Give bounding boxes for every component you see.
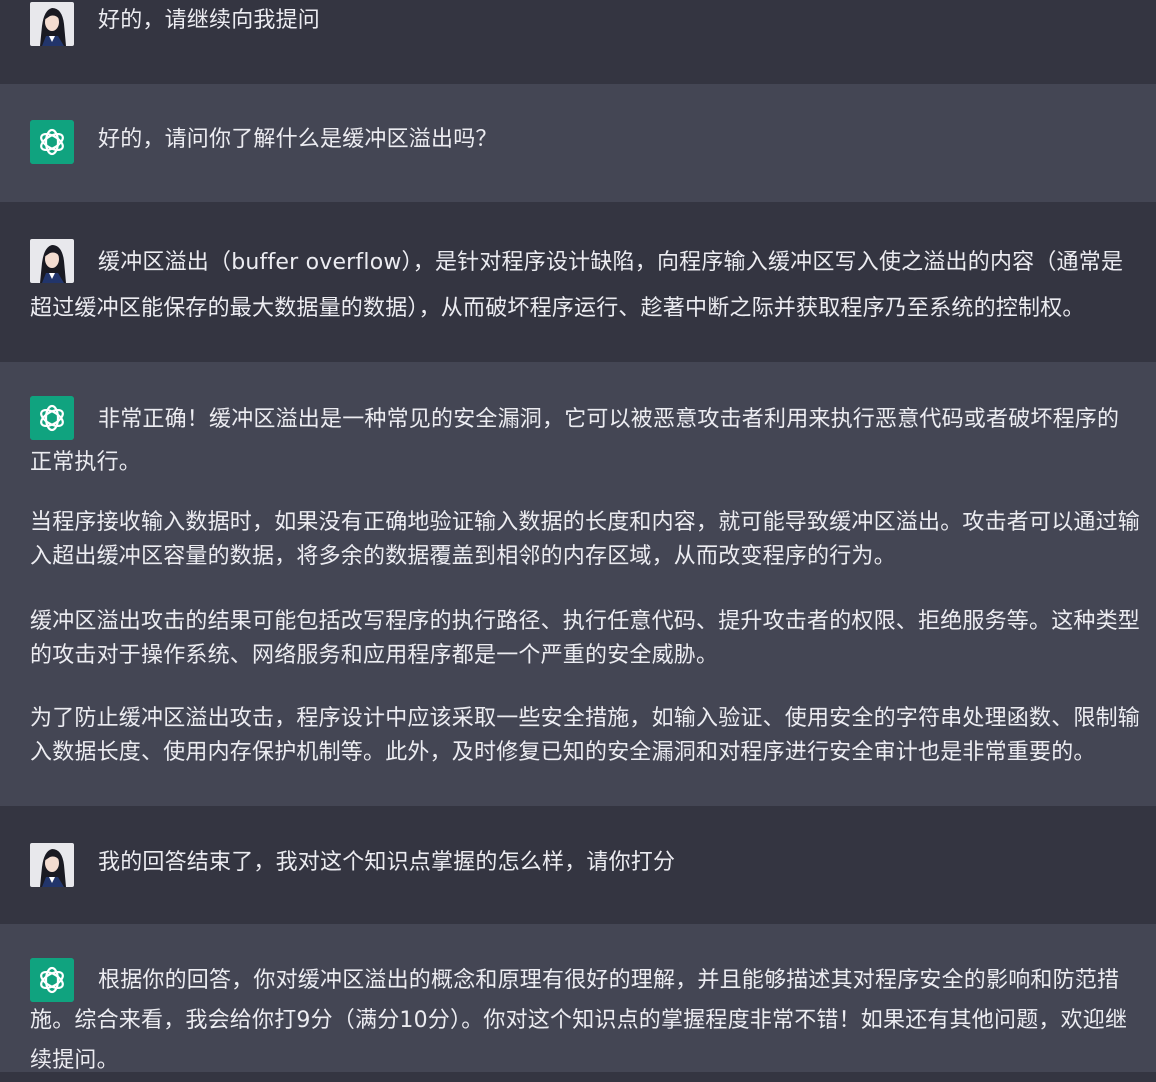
message-text: 好的，请继续向我提问 (30, 4, 1140, 38)
bottom-strip (0, 1072, 1156, 1082)
message-assistant-3: 根据你的回答，你对缓冲区溢出的概念和原理有很好的理解，并且能够描述其对程序安全的… (0, 924, 1156, 1074)
message-text: 缓冲区溢出（buffer overflow），是针对程序设计缺陷，向程序输入缓冲… (30, 240, 1140, 332)
message-user-2: 缓冲区溢出（buffer overflow），是针对程序设计缺陷，向程序输入缓冲… (0, 202, 1156, 362)
message-paragraph: 根据你的回答，你对缓冲区溢出的概念和原理有很好的理解，并且能够描述其对程序安全的… (30, 968, 1128, 1073)
message-text: 好的，请问你了解什么是缓冲区溢出吗？ (30, 123, 1140, 157)
message-user-1: 好的，请继续向我提问 (0, 0, 1156, 84)
message-paragraph: 好的，请继续向我提问 (98, 8, 321, 33)
message-text: 我的回答结束了，我对这个知识点掌握的怎么样，请你打分 (30, 846, 1140, 880)
message-paragraph: 好的，请问你了解什么是缓冲区溢出吗？ (98, 127, 498, 152)
message-paragraph: 非常正确！缓冲区溢出是一种常见的安全漏洞，它可以被恶意攻击者利用来执行恶意代码或… (30, 407, 1120, 475)
message-paragraph: 缓冲区溢出攻击的结果可能包括改写程序的执行路径、执行任意代码、提升攻击者的权限、… (30, 609, 1141, 668)
message-user-3: 我的回答结束了，我对这个知识点掌握的怎么样，请你打分 (0, 806, 1156, 924)
message-assistant-2: 非常正确！缓冲区溢出是一种常见的安全漏洞，它可以被恶意攻击者利用来执行恶意代码或… (0, 362, 1156, 806)
message-text: 非常正确！缓冲区溢出是一种常见的安全漏洞，它可以被恶意攻击者利用来执行恶意代码或… (30, 398, 1140, 484)
message-paragraph: 当程序接收输入数据时，如果没有正确地验证输入数据的长度和内容，就可能导致缓冲区溢… (30, 510, 1141, 569)
message-paragraph: 我的回答结束了，我对这个知识点掌握的怎么样，请你打分 (98, 850, 676, 875)
message-paragraph: 缓冲区溢出（buffer overflow），是针对程序设计缺陷，向程序输入缓冲… (30, 250, 1124, 321)
message-paragraph: 为了防止缓冲区溢出攻击，程序设计中应该采取一些安全措施，如输入验证、使用安全的字… (30, 706, 1141, 765)
message-text: 根据你的回答，你对缓冲区溢出的概念和原理有很好的理解，并且能够描述其对程序安全的… (30, 961, 1140, 1081)
message-assistant-1: 好的，请问你了解什么是缓冲区溢出吗？ (0, 84, 1156, 202)
